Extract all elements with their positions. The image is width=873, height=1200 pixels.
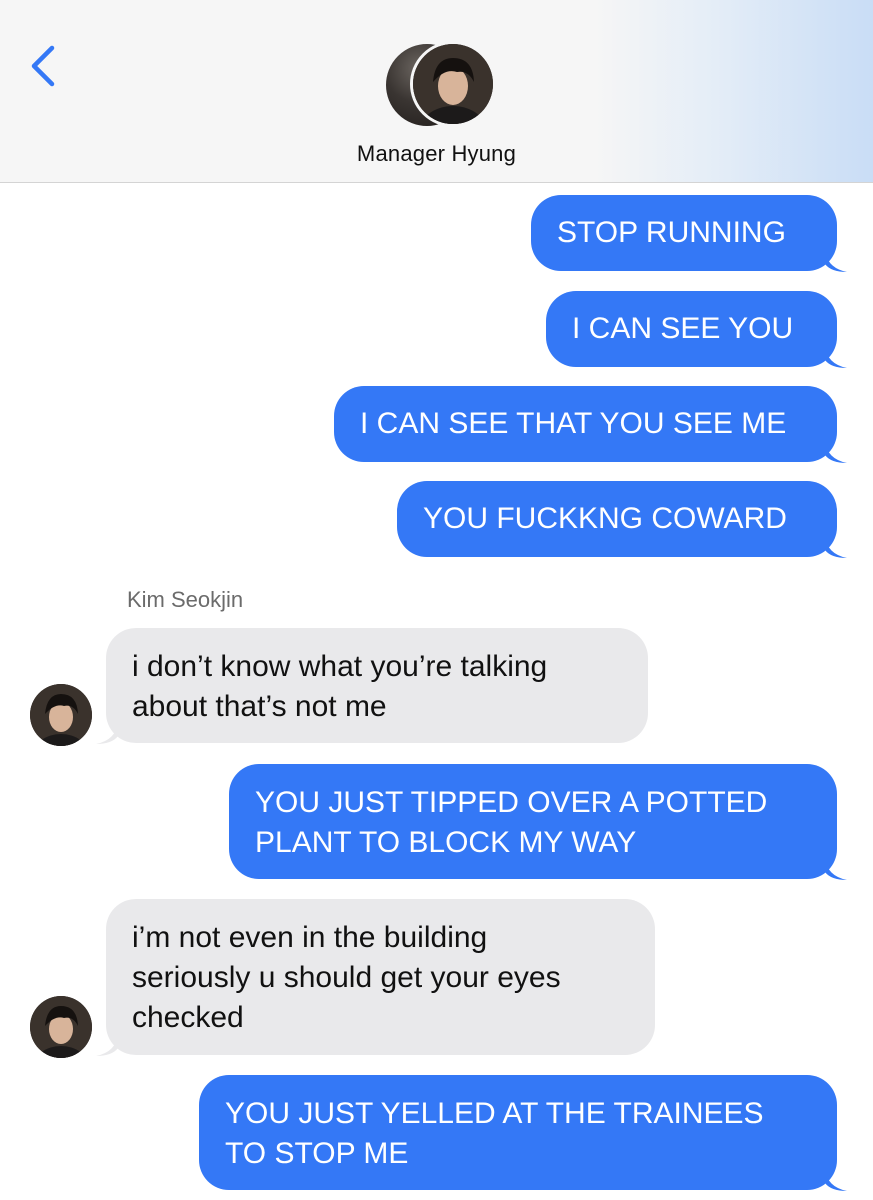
incoming-message-bubble[interactable]: i don’t know what you’re talking about t… bbox=[106, 628, 648, 743]
avatar-primary bbox=[410, 41, 496, 127]
outgoing-message-bubble[interactable]: YOU FUCKKNG COWARD bbox=[397, 481, 837, 557]
outgoing-message-bubble[interactable]: STOP RUNNING bbox=[531, 195, 837, 271]
message-text-line: YOU JUST TIPPED OVER A POTTED bbox=[255, 786, 768, 819]
message-text-line: TO STOP ME bbox=[225, 1137, 409, 1170]
chevron-left-icon bbox=[31, 45, 55, 87]
message-text: YOU FUCKKNG COWARD bbox=[423, 502, 787, 535]
bubble-tail bbox=[96, 1034, 118, 1056]
group-avatar-stack[interactable] bbox=[383, 41, 496, 129]
message-text-line: seriously u should get your eyes bbox=[132, 961, 561, 994]
outgoing-message-bubble[interactable]: YOU JUST YELLED AT THE TRAINEES TO STOP … bbox=[199, 1075, 837, 1190]
message-text-line: YOU JUST YELLED AT THE TRAINEES bbox=[225, 1097, 764, 1130]
message-text-line: PLANT TO BLOCK MY WAY bbox=[255, 826, 637, 859]
bubble-tail bbox=[96, 722, 118, 744]
incoming-message-bubble[interactable]: i’m not even in the building seriously u… bbox=[106, 899, 655, 1055]
bubble-tail bbox=[825, 250, 847, 272]
bubble-tail bbox=[825, 858, 847, 880]
bubble-tail bbox=[825, 536, 847, 558]
sender-avatar[interactable] bbox=[30, 684, 92, 746]
message-text-line: i don’t know what you’re talking bbox=[132, 650, 548, 683]
sender-name-label: Kim Seokjin bbox=[127, 587, 244, 612]
outgoing-message-bubble[interactable]: I CAN SEE THAT YOU SEE ME bbox=[334, 386, 837, 462]
sender-avatar[interactable] bbox=[30, 996, 92, 1058]
bubble-tail bbox=[825, 1169, 847, 1191]
message-text-line: i’m not even in the building bbox=[132, 921, 488, 954]
outgoing-message-bubble[interactable]: I CAN SEE YOU bbox=[546, 291, 837, 367]
back-button[interactable] bbox=[22, 38, 66, 94]
bubble-tail bbox=[825, 441, 847, 463]
conversation-header: Manager Hyung bbox=[0, 0, 873, 183]
contact-name[interactable]: Manager Hyung bbox=[0, 141, 873, 167]
message-text-line: checked bbox=[132, 1001, 244, 1034]
message-text: I CAN SEE THAT YOU SEE ME bbox=[360, 407, 787, 440]
outgoing-message-bubble[interactable]: YOU JUST TIPPED OVER A POTTED PLANT TO B… bbox=[229, 764, 837, 879]
bubble-tail bbox=[825, 346, 847, 368]
message-text: STOP RUNNING bbox=[557, 216, 786, 249]
message-text: I CAN SEE YOU bbox=[572, 312, 794, 345]
message-text-line: about that’s not me bbox=[132, 690, 387, 723]
